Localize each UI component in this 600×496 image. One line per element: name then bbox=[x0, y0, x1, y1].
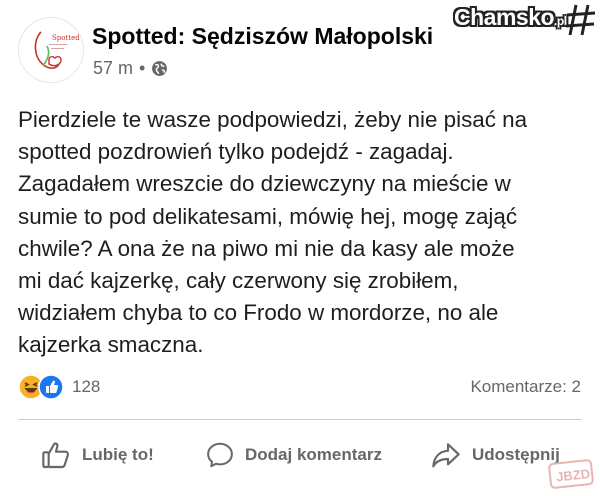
page-name-link[interactable]: Spotted: Sędziszów Małopolski bbox=[92, 23, 433, 50]
comment-icon bbox=[207, 442, 233, 468]
jbzd-logo-icon: JBZD bbox=[548, 459, 594, 489]
like-icon bbox=[38, 374, 64, 400]
comment-label: Dodaj komentarz bbox=[245, 445, 382, 464]
page-avatar[interactable]: Spotted bbox=[18, 17, 84, 83]
comments-count-link[interactable]: Komentarze: 2 bbox=[470, 377, 581, 397]
like-button[interactable]: Lubię to! bbox=[40, 433, 154, 477]
jbzd-text: JBZD bbox=[555, 466, 590, 484]
hash-icon bbox=[565, 4, 596, 36]
post-meta: 57 m • bbox=[93, 58, 168, 79]
share-label: Udostępnij bbox=[472, 445, 560, 464]
chamsko-watermark: Chamsko.pl bbox=[454, 4, 598, 38]
thumbs-up-icon bbox=[42, 442, 69, 469]
post-actions: Lubię to! Dodaj komentarz Udostępnij bbox=[0, 433, 600, 477]
post-text: Pierdziele te wasze podpowiedzi, żeby ni… bbox=[18, 107, 528, 358]
share-button[interactable]: Udostępnij bbox=[430, 433, 560, 477]
actions-divider bbox=[18, 419, 582, 420]
globe-icon bbox=[152, 61, 168, 76]
watermark-text: Chamsko.pl bbox=[454, 4, 567, 30]
post-time[interactable]: 57 m bbox=[93, 58, 133, 79]
like-label: Lubię to! bbox=[82, 445, 154, 464]
reaction-count: 128 bbox=[72, 377, 101, 396]
avatar-text: Spotted bbox=[52, 34, 80, 42]
jbzd-watermark: JBZD bbox=[548, 458, 594, 490]
share-icon bbox=[432, 443, 460, 468]
reactions-summary[interactable]: 128 bbox=[18, 374, 100, 400]
spotted-logo-icon: Spotted bbox=[34, 31, 80, 69]
meta-separator: • bbox=[139, 58, 146, 78]
comment-button[interactable]: Dodaj komentarz bbox=[205, 433, 382, 477]
